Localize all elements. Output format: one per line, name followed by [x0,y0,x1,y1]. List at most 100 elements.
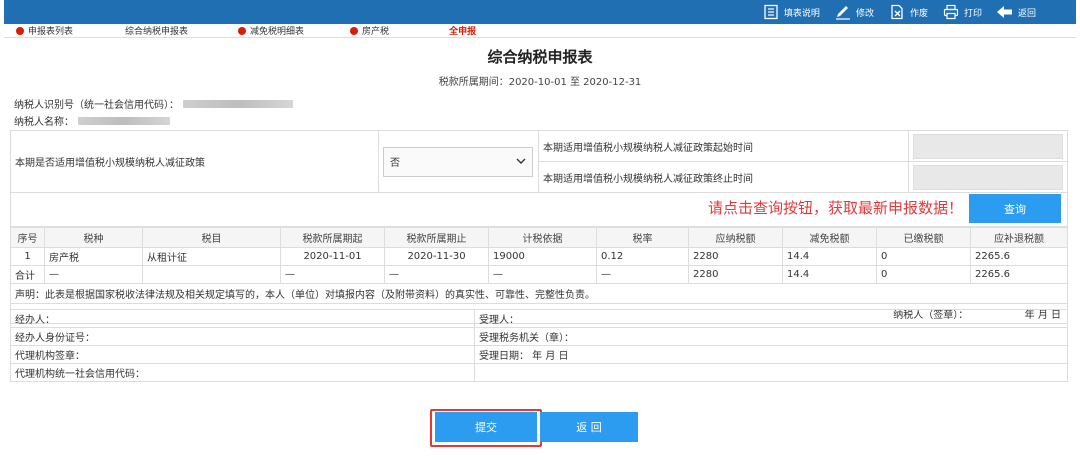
cell-total: — [488,265,597,284]
redacted-taxpayer-id [183,99,293,108]
fill-instructions-label: 填表说明 [783,8,820,19]
cell-total: — [384,265,489,284]
flower-icon [16,26,24,35]
taxpayer-name-row: 纳税人名称： [14,113,170,128]
form-tabs: 申报表列表 综合纳税申报表 减免税明细表 房产税 全申报 [4,24,1076,38]
cell-total: — [44,265,143,284]
col-header: 减免税额 [782,227,877,248]
redacted-taxpayer-name [78,116,170,125]
agency-seal-label: 代理机构签章： [10,345,475,364]
pencil-icon [834,3,852,21]
query-button[interactable]: 查询 [969,194,1061,223]
col-header: 已缴税额 [876,227,971,248]
toolbar-actions: 填表说明 修改 作废 打印 返回 [754,0,1036,24]
return-button[interactable]: 返回 [996,0,1036,24]
table-row: 1 房产税 从租计征 2020-11-01 2020-11-30 19000 0… [10,247,1068,266]
fill-instructions-button[interactable]: 填表说明 [762,0,820,24]
print-button[interactable]: 打印 [942,0,982,24]
tab-property-tax[interactable]: 房产税 [350,24,389,38]
query-hint: 请点击查询按钮，获取最新申报数据！ [707,199,963,217]
tab-label: 减免税明细表 [250,27,305,37]
modify-button[interactable]: 修改 [834,0,874,24]
flower-icon [238,26,247,35]
tab-exemption-detail[interactable]: 减免税明细表 [238,24,304,38]
cell-total-label: 合计 [10,265,45,284]
void-button[interactable]: 作废 [888,0,928,24]
page-title: 综合纳税申报表 [487,48,593,66]
document-cancel-icon [888,3,906,21]
table-total-row: 合计 — — — — — 2280 14.4 0 2265.6 [10,265,1068,284]
cell-tax-basis: 19000 [488,247,597,266]
cell-total: 2265.6 [970,265,1068,284]
signature-table: 经办人： 受理人： 经办人身份证号： 受理税务机关（章）： 代理机构签章： 受理… [10,309,1068,382]
declaration-row: 声明：此表是根据国家税收法律法规及相关规定填写的，本人（单位）对填报内容（及附带… [10,283,1068,304]
policy-start-cell [908,130,1068,162]
printer-icon [942,3,960,21]
col-header: 应纳税额 [688,227,783,248]
taxpayer-id-label: 纳税人识别号（统一社会信用代码）： [14,100,179,111]
tax-period: 税款所属期间：2020-10-01 至 2020-12-31 [0,73,1080,88]
period-label: 税款所属期间： [438,77,509,88]
tab-declaration-list[interactable]: 申报表列表 [16,24,73,38]
policy-select-cell: 否 [378,130,539,193]
col-header: 税款所属期止 [384,227,489,248]
cell-total: 0 [876,265,971,284]
cell-total: 14.4 [782,265,877,284]
receive-date-label: 受理日期： 年 月 日 [474,345,1068,364]
cell-total: — [280,265,385,284]
tab-label: 房产税 [362,27,390,37]
policy-end-label: 本期适用增值税小规模纳税人减征政策终止时间 [537,161,910,193]
cell-tax-item: 从租计征 [142,247,281,266]
col-header: 序号 [10,227,45,248]
col-header: 税率 [596,227,689,248]
tab-label: 全申报 [449,27,477,37]
policy-end-cell [908,161,1068,193]
cell-tax-payable: 2280 [688,247,783,266]
tab-label: 申报表列表 [28,27,74,37]
tax-office-label: 受理税务机关（章）： [474,327,1068,346]
empty-cell [474,363,1068,382]
cell-tax-rate: 0.12 [596,247,689,266]
policy-select[interactable]: 否 [383,146,533,177]
policy-end-input[interactable] [913,164,1063,190]
policy-start-label: 本期适用增值税小规模纳税人减征政策起始时间 [537,130,910,162]
policy-start-input[interactable] [913,133,1063,159]
col-header: 税目 [142,227,281,248]
receiver-label: 受理人： [474,309,1068,328]
cell-period-start: 2020-11-01 [280,247,385,266]
agency-credit-code-label: 代理机构统一社会信用代码： [10,363,475,382]
cell-tax-reduction: 14.4 [782,247,877,266]
document-list-icon [762,3,780,21]
return-label: 返回 [1017,8,1036,19]
tab-comprehensive-return[interactable]: 综合纳税申报表 [125,24,188,38]
col-header: 应补退税额 [970,227,1068,248]
top-toolbar: 填表说明 修改 作废 打印 返回 [4,0,1076,24]
cell-index: 1 [10,247,45,266]
chevron-down-icon [516,156,526,167]
policy-question: 本期是否适用增值税小规模纳税人减征政策 [10,130,379,193]
flower-icon [350,26,359,35]
submit-button[interactable]: 提交 [435,412,537,442]
modify-label: 修改 [855,8,874,19]
col-header: 税款所属期起 [280,227,385,248]
query-row: 请点击查询按钮，获取最新申报数据！ 查询 [10,192,1068,227]
cell-tax-type: 房产税 [44,247,143,266]
back-button[interactable]: 返 回 [540,412,638,442]
arrow-left-icon [996,3,1014,21]
print-label: 打印 [963,8,982,19]
table-header-row: 序号 税种 税目 税款所属期起 税款所属期止 计税依据 税率 应纳税额 减免税额… [10,227,1068,248]
tab-full-declaration[interactable]: 全申报 [449,24,476,38]
cell-period-end: 2020-11-30 [384,247,489,266]
cell-tax-due: 2265.6 [970,247,1068,266]
col-header: 计税依据 [488,227,597,248]
void-label: 作废 [909,8,928,19]
cell-total: — [596,265,689,284]
cell-total [142,265,281,284]
policy-select-value: 否 [390,158,400,169]
tab-label: 综合纳税申报表 [125,27,189,37]
taxpayer-name-label: 纳税人名称： [14,117,74,128]
cell-tax-paid: 0 [876,247,971,266]
policy-table: 本期是否适用增值税小规模纳税人减征政策 否 本期适用增值税小规模纳税人减征政策起… [10,130,1068,193]
col-header: 税种 [44,227,143,248]
agent-id-label: 经办人身份证号： [10,327,475,346]
